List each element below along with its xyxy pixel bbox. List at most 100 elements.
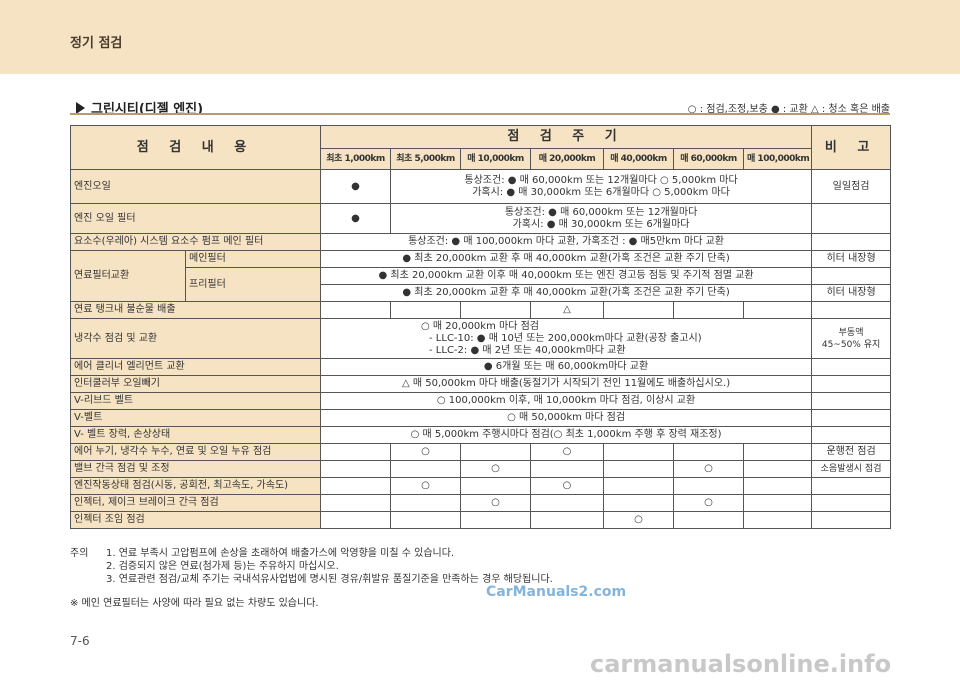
row-label: 요소수(우레아) 시스템 요소수 펌프 메인 필터 xyxy=(69,233,322,251)
condition-cell: △ 매 50,000km 마다 배출(동절기가 시작되기 전인 11월에도 배출… xyxy=(320,375,813,393)
table-row: 인젝터, 제이크 브레이크 간극 점검 ○ ○ xyxy=(69,494,892,512)
condition-cell: ● 최초 20,000km 교환 후 매 40,000km 교환(가혹 조건은 … xyxy=(320,284,813,302)
sub-row-label: 메인필터 xyxy=(184,250,322,268)
row-label: 엔진 오일 필터 xyxy=(69,203,322,234)
note-cell xyxy=(811,203,892,234)
mark-cell xyxy=(743,511,813,529)
note-cell xyxy=(811,426,892,444)
sub-col-header: 매 100,000km xyxy=(743,148,813,170)
table-row: 연료 탱크내 불순물 배출 △ xyxy=(69,301,892,319)
note-cell xyxy=(811,233,892,251)
note-cell: 일일점검 xyxy=(811,169,892,204)
mark-cell: ● xyxy=(320,203,392,234)
note-cell xyxy=(811,511,892,529)
mark-cell xyxy=(320,477,392,495)
table-row: 요소수(우레아) 시스템 요소수 펌프 메인 필터 통상조건: ● 매 100,… xyxy=(69,233,892,251)
mark-cell xyxy=(673,443,745,461)
mark-cell xyxy=(603,460,675,478)
note-cell xyxy=(811,409,892,427)
mark-cell xyxy=(603,301,675,319)
row-label: 엔진오일 xyxy=(69,169,322,204)
coolant-line: ○ 매 20,000km 마다 점검 xyxy=(421,320,539,332)
mark-cell xyxy=(390,301,462,319)
mark-cell xyxy=(603,477,675,495)
table-row: 엔진 오일 필터 ● 통상조건: ● 매 60,000km 또는 12개월마다 … xyxy=(69,203,892,234)
mark-cell: ○ xyxy=(390,477,462,495)
row-label: V- 벨트 장력, 손상상태 xyxy=(69,426,322,444)
coolant-line: - LLC-2: ● 매 2년 또는 40,000km마다 교환 xyxy=(429,344,626,356)
row-label: 에어 누기, 냉각수 누수, 연료 및 오일 누유 점검 xyxy=(69,443,322,461)
condition-cell: ● 6개월 또는 매 60,000km마다 교환 xyxy=(320,358,813,376)
condition-cell: ○ 매 20,000km 마다 점검 - LLC-10: ● 매 10년 또는 … xyxy=(320,318,813,359)
page-number: 7-6 xyxy=(70,634,90,648)
mark-cell: △ xyxy=(530,301,605,319)
row-label: 인젝터 조임 점검 xyxy=(69,511,322,529)
row-label: 인젝터, 제이크 브레이크 간극 점검 xyxy=(69,494,322,512)
watermark-bottom: carmanualsonline.info xyxy=(590,650,892,678)
row-label: V-벨트 xyxy=(69,409,322,427)
row-label: 엔진작동상태 점검(시동, 공회전, 최고속도, 가속도) xyxy=(69,477,322,495)
table-row: V- 벨트 장력, 손상상태 ○ 매 5,000km 주행시마다 점검(○ 최초… xyxy=(69,426,892,444)
mark-cell xyxy=(320,443,392,461)
footnote-item: 2. 검증되지 않은 연료(첨가제 등)는 주유하지 마십시오. xyxy=(106,561,339,572)
note-cell: 부동액 45~50% 유지 xyxy=(811,318,892,359)
footnote-extra: ※ 메인 연료필터는 사양에 따라 필요 없는 차량도 있습니다. xyxy=(70,598,319,609)
sub-col-header: 최초 5,000km xyxy=(390,148,462,170)
note-cell xyxy=(811,375,892,393)
condition-normal: 통상조건: ● 매 60,000km 또는 12개월마다 xyxy=(504,206,698,218)
mark-cell xyxy=(743,460,813,478)
footnotes: 주의 1. 연료 부족시 고압펌프에 손상을 초래하여 배출가스에 악영향을 미칠… xyxy=(70,547,553,586)
condition-cell: 통상조건: ● 매 60,000km 또는 12개월마다 가혹시: ● 매 30… xyxy=(390,203,813,234)
mark-cell: ○ xyxy=(603,511,675,529)
row-label: 연료 탱크내 불순물 배출 xyxy=(69,301,322,319)
condition-cell: ● 최초 20,000km 교환 후 매 40,000km 교환(가혹 조건은 … xyxy=(320,250,813,268)
condition-cell: 통상조건: ● 매 100,000km 마다 교환, 가혹조건 : ● 매5만k… xyxy=(320,233,813,251)
row-label: 밸브 간극 점검 및 조정 xyxy=(69,460,322,478)
table-row: V-벨트 ○ 매 50,000km 마다 점검 xyxy=(69,409,892,427)
condition-cell: ○ 매 5,000km 주행시마다 점검(○ 최초 1,000km 주행 후 장… xyxy=(320,426,813,444)
footnote-item: 1. 연료 부족시 고압펌프에 손상을 초래하여 배출가스에 악영향을 미칠 수… xyxy=(106,548,455,559)
table-row: 엔진오일 ● 통상조건: ● 매 60,000km 또는 12개월마다 ○ 5,… xyxy=(69,169,892,204)
note-cell: 소음발생시 점검 xyxy=(811,460,892,478)
mark-cell xyxy=(390,460,462,478)
mark-cell xyxy=(320,511,392,529)
col-header-period: 점 검 주 기 xyxy=(320,125,813,149)
condition-normal: 통상조건: ● 매 60,000km 또는 12개월마다 ○ 5,000km 마… xyxy=(464,174,738,186)
mark-cell xyxy=(320,301,392,319)
triangle-bullet-icon xyxy=(76,101,85,114)
mark-cell xyxy=(530,511,605,529)
note-cell: 히터 내장형 xyxy=(811,284,892,302)
mark-cell xyxy=(460,301,532,319)
mark-cell: ○ xyxy=(530,477,605,495)
note-cell xyxy=(811,477,892,495)
sub-row-label: 프리필터 xyxy=(184,267,322,302)
table-row: 에어 클리너 엘리먼트 교환 ● 6개월 또는 매 60,000km마다 교환 xyxy=(69,358,892,376)
condition-cell: 통상조건: ● 매 60,000km 또는 12개월마다 ○ 5,000km 마… xyxy=(390,169,813,204)
mark-cell xyxy=(460,477,532,495)
note-cell xyxy=(811,494,892,512)
mark-cell: ○ xyxy=(460,494,532,512)
condition-cell: ○ 100,000km 이후, 매 10,000km 마다 점검, 이상시 교환 xyxy=(320,392,813,410)
note-cell xyxy=(811,301,892,319)
row-label: 연료필터교환 xyxy=(70,250,186,302)
condition-severe: 가혹시: ● 매 30,000km 또는 6개월마다 xyxy=(512,218,690,230)
table-row: 프리필터 ● 최초 20,000km 교환 이후 매 40,000km 또는 엔… xyxy=(71,267,892,302)
mark-cell xyxy=(743,443,813,461)
watermark: CarManuals2.com xyxy=(486,584,627,600)
mark-cell xyxy=(460,511,532,529)
mark-cell xyxy=(530,460,605,478)
row-label: 에어 클리너 엘리먼트 교환 xyxy=(69,358,322,376)
table-row: 에어 누기, 냉각수 누수, 연료 및 오일 누유 점검 ○ ○ 운행전 점검 xyxy=(69,443,892,461)
maintenance-table: 점 검 내 용 점 검 주 기 비 고 최초 1,000km 최초 5,000k… xyxy=(69,125,892,529)
sub-col-header: 매 20,000km xyxy=(530,148,605,170)
mark-cell xyxy=(673,301,745,319)
mark-cell xyxy=(743,301,813,319)
mark-cell xyxy=(320,460,392,478)
row-label: V-리브드 벨트 xyxy=(69,392,322,410)
mark-cell xyxy=(743,494,813,512)
mark-cell xyxy=(320,494,392,512)
mark-cell: ○ xyxy=(673,460,745,478)
mark-cell: ○ xyxy=(530,443,605,461)
mark-cell xyxy=(603,494,675,512)
col-header-note: 비 고 xyxy=(811,125,892,170)
